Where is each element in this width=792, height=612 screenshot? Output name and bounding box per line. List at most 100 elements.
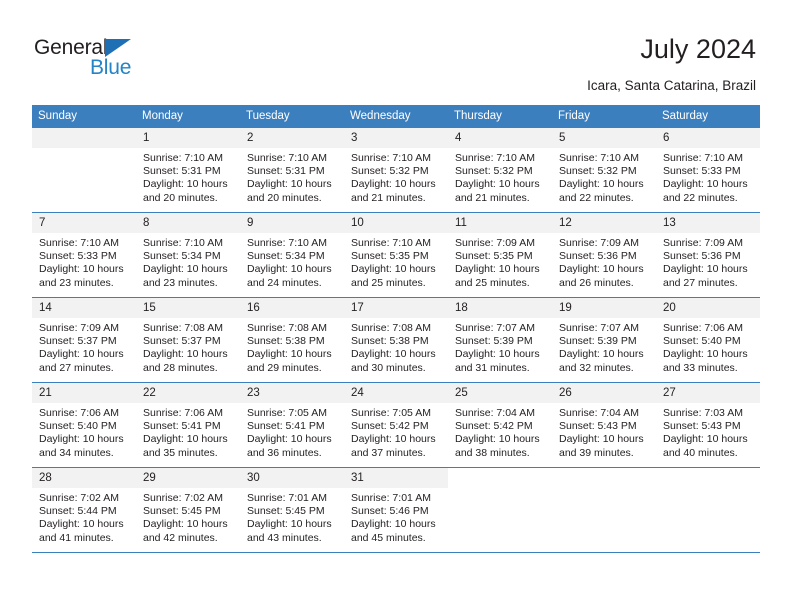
sunrise-text: Sunrise: 7:08 AM (247, 322, 327, 334)
calendar-day-cell[interactable]: 2 Sunrise: 7:10 AM Sunset: 5:31 PM Daylight… (240, 127, 344, 213)
calendar-day-cell[interactable]: 19 Sunrise: 7:07 AM Sunset: 5:39 PM Dayligh… (552, 297, 656, 383)
month-calendar: Sunday Monday Tuesday Wednesday Thursday… (32, 105, 760, 553)
calendar-day-cell[interactable] (32, 127, 136, 213)
calendar-day-cell[interactable] (552, 467, 656, 553)
general-blue-logo[interactable]: General Blue (34, 36, 184, 84)
calendar-day-cell[interactable]: 18 Sunrise: 7:07 AM Sunset: 5:39 PM Dayligh… (448, 297, 552, 383)
sun-info: Sunrise: 7:05 AM Sunset: 5:42 PM Daylight:… (344, 403, 448, 460)
sunrise-text: Sunrise: 7:08 AM (351, 322, 431, 334)
sunset-text: Sunset: 5:36 PM (559, 250, 637, 263)
calendar-day-cell[interactable]: 15 Sunrise: 7:08 AM Sunset: 5:37 PM Dayligh… (136, 297, 240, 383)
daylight-text-line2: and 30 minutes. (351, 361, 426, 374)
sun-info: Sunrise: 7:06 AM Sunset: 5:41 PM Daylight:… (136, 403, 240, 460)
daylight-text-line1: Daylight: 10 hours (247, 433, 332, 446)
sunrise-text: Sunrise: 7:01 AM (351, 492, 431, 504)
day-number: 22 (136, 383, 240, 403)
page-header: General Blue July 2024 Icara, Santa Cata… (0, 0, 792, 100)
sunset-text: Sunset: 5:40 PM (663, 335, 741, 348)
calendar-day-cell[interactable]: 13 Sunrise: 7:09 AM Sunset: 5:36 PM Dayligh… (656, 212, 760, 298)
calendar-day-cell[interactable]: 16 Sunrise: 7:08 AM Sunset: 5:38 PM Dayligh… (240, 297, 344, 383)
calendar-day-cell[interactable]: 23 Sunrise: 7:05 AM Sunset: 5:41 PM Dayligh… (240, 382, 344, 468)
calendar-day-cell[interactable]: 4 Sunrise: 7:10 AM Sunset: 5:32 PM Daylight… (448, 127, 552, 213)
day-number: 5 (552, 128, 656, 148)
day-cell-inner: 28 Sunrise: 7:02 AM Sunset: 5:44 PM Dayligh… (32, 468, 136, 552)
daylight-text-line1: Daylight: 10 hours (351, 433, 436, 446)
calendar-day-cell[interactable] (656, 467, 760, 553)
sunset-text: Sunset: 5:39 PM (559, 335, 637, 348)
sunrise-text: Sunrise: 7:09 AM (559, 237, 639, 249)
day-number: 10 (344, 213, 448, 233)
day-cell-inner: 29 Sunrise: 7:02 AM Sunset: 5:45 PM Dayligh… (136, 468, 240, 552)
sunset-text: Sunset: 5:31 PM (143, 165, 221, 178)
sunset-text: Sunset: 5:45 PM (143, 505, 221, 518)
sun-info: Sunrise: 7:03 AM Sunset: 5:43 PM Daylight:… (656, 403, 760, 460)
daylight-text-line1: Daylight: 10 hours (559, 263, 644, 276)
day-cell-inner: 5 Sunrise: 7:10 AM Sunset: 5:32 PM Daylight… (552, 128, 656, 212)
day-number: 11 (448, 213, 552, 233)
daylight-text-line2: and 38 minutes. (455, 446, 530, 459)
calendar-day-cell[interactable]: 28 Sunrise: 7:02 AM Sunset: 5:44 PM Dayligh… (32, 467, 136, 553)
daylight-text-line1: Daylight: 10 hours (39, 263, 124, 276)
calendar-day-cell[interactable]: 8 Sunrise: 7:10 AM Sunset: 5:34 PM Daylight… (136, 212, 240, 298)
calendar-day-cell[interactable]: 30 Sunrise: 7:01 AM Sunset: 5:45 PM Dayligh… (240, 467, 344, 553)
page-subtitle: Icara, Santa Catarina, Brazil (587, 78, 756, 93)
daylight-text-line2: and 33 minutes. (663, 361, 738, 374)
sunrise-text: Sunrise: 7:09 AM (663, 237, 743, 249)
calendar-day-cell[interactable]: 5 Sunrise: 7:10 AM Sunset: 5:32 PM Daylight… (552, 127, 656, 213)
sun-info: Sunrise: 7:08 AM Sunset: 5:38 PM Daylight:… (344, 318, 448, 375)
sun-info: Sunrise: 7:04 AM Sunset: 5:42 PM Daylight:… (448, 403, 552, 460)
day-number: 3 (344, 128, 448, 148)
day-number: 1 (136, 128, 240, 148)
calendar-day-cell[interactable]: 3 Sunrise: 7:10 AM Sunset: 5:32 PM Daylight… (344, 127, 448, 213)
sun-info: Sunrise: 7:02 AM Sunset: 5:44 PM Daylight:… (32, 488, 136, 545)
daylight-text-line2: and 26 minutes. (559, 276, 634, 289)
daylight-text-line1: Daylight: 10 hours (455, 433, 540, 446)
sunset-text: Sunset: 5:34 PM (143, 250, 221, 263)
daylight-text-line1: Daylight: 10 hours (559, 178, 644, 191)
calendar-day-cell[interactable]: 1 Sunrise: 7:10 AM Sunset: 5:31 PM Daylight… (136, 127, 240, 213)
calendar-day-cell[interactable] (448, 467, 552, 553)
daylight-text-line1: Daylight: 10 hours (559, 433, 644, 446)
daylight-text-line1: Daylight: 10 hours (455, 263, 540, 276)
daylight-text-line1: Daylight: 10 hours (351, 348, 436, 361)
sunset-text: Sunset: 5:42 PM (351, 420, 429, 433)
sunset-text: Sunset: 5:41 PM (247, 420, 325, 433)
daylight-text-line2: and 25 minutes. (351, 276, 426, 289)
calendar-day-cell[interactable]: 22 Sunrise: 7:06 AM Sunset: 5:41 PM Dayligh… (136, 382, 240, 468)
day-number (32, 128, 136, 148)
calendar-day-cell[interactable]: 12 Sunrise: 7:09 AM Sunset: 5:36 PM Dayligh… (552, 212, 656, 298)
daylight-text-line1: Daylight: 10 hours (247, 178, 332, 191)
weekday-header-saturday: Saturday (656, 105, 760, 128)
calendar-day-cell[interactable]: 9 Sunrise: 7:10 AM Sunset: 5:34 PM Daylight… (240, 212, 344, 298)
sunrise-text: Sunrise: 7:04 AM (559, 407, 639, 419)
calendar-day-cell[interactable]: 29 Sunrise: 7:02 AM Sunset: 5:45 PM Dayligh… (136, 467, 240, 553)
calendar-day-cell[interactable]: 24 Sunrise: 7:05 AM Sunset: 5:42 PM Dayligh… (344, 382, 448, 468)
calendar-day-cell[interactable]: 11 Sunrise: 7:09 AM Sunset: 5:35 PM Dayligh… (448, 212, 552, 298)
calendar-day-cell[interactable]: 7 Sunrise: 7:10 AM Sunset: 5:33 PM Daylight… (32, 212, 136, 298)
day-cell-inner: 8 Sunrise: 7:10 AM Sunset: 5:34 PM Daylight… (136, 213, 240, 297)
calendar-day-cell[interactable]: 21 Sunrise: 7:06 AM Sunset: 5:40 PM Dayligh… (32, 382, 136, 468)
calendar-week-row: 1 Sunrise: 7:10 AM Sunset: 5:31 PM Daylight… (32, 127, 760, 213)
calendar-day-cell[interactable]: 26 Sunrise: 7:04 AM Sunset: 5:43 PM Dayligh… (552, 382, 656, 468)
sunset-text: Sunset: 5:44 PM (39, 505, 117, 518)
calendar-day-cell[interactable]: 20 Sunrise: 7:06 AM Sunset: 5:40 PM Dayligh… (656, 297, 760, 383)
day-cell-inner: 3 Sunrise: 7:10 AM Sunset: 5:32 PM Daylight… (344, 128, 448, 212)
sunset-text: Sunset: 5:45 PM (247, 505, 325, 518)
calendar-day-cell[interactable]: 10 Sunrise: 7:10 AM Sunset: 5:35 PM Dayligh… (344, 212, 448, 298)
calendar-header-row: Sunday Monday Tuesday Wednesday Thursday… (32, 105, 760, 128)
day-cell-inner (656, 468, 760, 552)
sunrise-text: Sunrise: 7:08 AM (143, 322, 223, 334)
day-cell-inner: 15 Sunrise: 7:08 AM Sunset: 5:37 PM Dayligh… (136, 298, 240, 382)
calendar-day-cell[interactable]: 6 Sunrise: 7:10 AM Sunset: 5:33 PM Daylight… (656, 127, 760, 213)
calendar-day-cell[interactable]: 14 Sunrise: 7:09 AM Sunset: 5:37 PM Dayligh… (32, 297, 136, 383)
daylight-text-line2: and 31 minutes. (455, 361, 530, 374)
daylight-text-line2: and 22 minutes. (663, 191, 738, 204)
calendar-day-cell[interactable]: 17 Sunrise: 7:08 AM Sunset: 5:38 PM Dayligh… (344, 297, 448, 383)
calendar-day-cell[interactable]: 25 Sunrise: 7:04 AM Sunset: 5:42 PM Dayligh… (448, 382, 552, 468)
calendar-day-cell[interactable]: 27 Sunrise: 7:03 AM Sunset: 5:43 PM Dayligh… (656, 382, 760, 468)
calendar-day-cell[interactable]: 31 Sunrise: 7:01 AM Sunset: 5:46 PM Dayligh… (344, 467, 448, 553)
sunset-text: Sunset: 5:32 PM (351, 165, 429, 178)
sunrise-text: Sunrise: 7:04 AM (455, 407, 535, 419)
sun-info: Sunrise: 7:10 AM Sunset: 5:31 PM Daylight:… (136, 148, 240, 205)
sunrise-text: Sunrise: 7:05 AM (247, 407, 327, 419)
